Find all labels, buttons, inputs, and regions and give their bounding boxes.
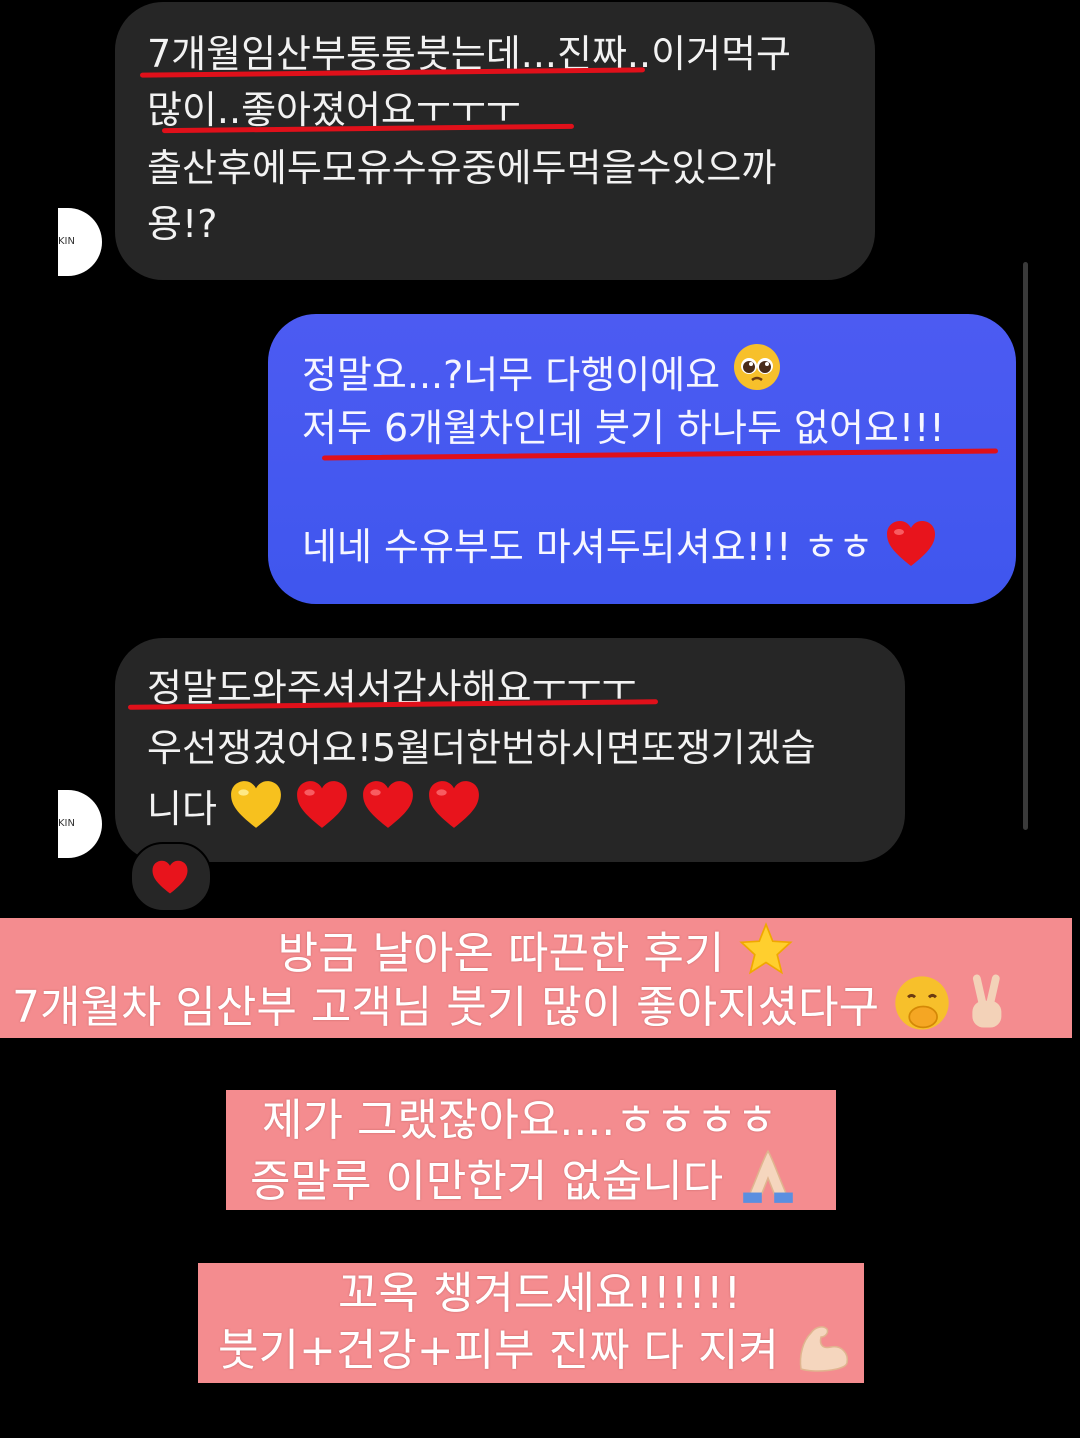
sender-avatar[interactable]: KIN	[58, 208, 102, 276]
caption-line: 7개월차 임산부 고객님 붓기 많이 좋아지셨다구	[12, 974, 1011, 1047]
caption-line: 붓기+건강+피부 진짜 다 지켜	[218, 1319, 853, 1390]
message-line: 용!?	[147, 202, 218, 246]
caption-text: 방금 날아온 따끈한 후기	[277, 928, 725, 979]
red-heart-emoji	[295, 780, 349, 843]
caption-banner: 방금 날아온 따끈한 후기 7개월차 임산부 고객님 붓기 많이 좋아지셨다구	[0, 918, 1072, 1038]
sender-avatar[interactable]: KIN	[58, 790, 102, 858]
incoming-message-bubble[interactable]: 7개월임산부통통붓는데...진짜..이거먹구 많이..좋아졌어요ㅜㅜㅜ 출산후에…	[115, 2, 875, 280]
caption-line: 제가 그랬잖아요....ㅎㅎㅎㅎ	[262, 1095, 778, 1146]
message-line: 저두 6개월차인데 붓기 하나두 없어요!!!	[302, 406, 945, 450]
message-line: 네네 수유부도 마셔두되셔요!!! ㅎㅎ	[302, 520, 937, 581]
incoming-message-bubble[interactable]: 정말도와주셔서감사해요ㅜㅜㅜ 우선쟁겼어요!5월더한번하시면또쟁기겠습 니다	[115, 638, 905, 862]
yellow-heart-emoji	[229, 780, 283, 843]
avatar-logo-text: KIN	[58, 818, 75, 829]
message-text: 네네 수유부도 마셔두되셔요!!! ㅎㅎ	[302, 525, 874, 569]
message-reaction[interactable]	[130, 842, 212, 912]
flexed-biceps-emoji	[793, 1319, 853, 1390]
red-heart-reaction-icon	[151, 860, 189, 899]
red-heart-emoji	[427, 780, 481, 843]
message-line: 출산후에두모유수유중에두먹을수있으까	[147, 146, 777, 190]
message-line: 우선쟁겼어요!5월더한번하시면또쟁기겠습	[147, 726, 816, 770]
caption-line: 증말루 이만한거 없숩니다	[250, 1146, 799, 1221]
scrollbar[interactable]	[1023, 262, 1028, 830]
caption-banner: 제가 그랬잖아요....ㅎㅎㅎㅎ 증말루 이만한거 없숩니다	[226, 1090, 836, 1210]
caption-text: 증말루 이만한거 없숩니다	[250, 1156, 724, 1207]
red-heart-emoji	[361, 780, 415, 843]
message-line: 니다	[147, 780, 481, 843]
message-line: 정말요...?너무 다행이에요	[302, 342, 782, 401]
avatar-logo-text: KIN	[58, 236, 75, 247]
caption-line: 꼬옥 챙겨드세요!!!!!!	[338, 1268, 742, 1319]
victory-hand-emoji	[965, 974, 1011, 1047]
caption-banner: 꼬옥 챙겨드세요!!!!!! 붓기+건강+피부 진짜 다 지켜	[198, 1263, 864, 1383]
message-text: 정말요...?너무 다행이에요	[302, 353, 721, 397]
red-heart-emoji	[885, 520, 937, 581]
message-text: 니다	[147, 787, 217, 831]
folded-hands-emoji	[737, 1146, 799, 1221]
caption-text: 붓기+건강+피부 진짜 다 지켜	[218, 1325, 779, 1376]
hand-over-mouth-emoji	[893, 974, 951, 1047]
pleading-face-emoji	[732, 342, 782, 399]
caption-text: 7개월차 임산부 고객님 붓기 많이 좋아지셨다구	[12, 982, 880, 1033]
